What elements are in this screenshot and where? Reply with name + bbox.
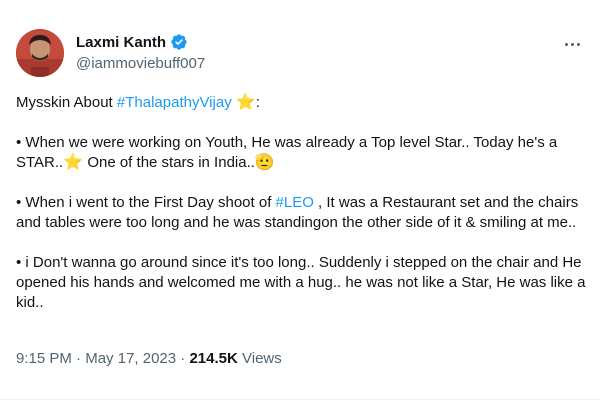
tweet-card: Laxmi Kanth @iammoviebuff007 Mysskin Abo… xyxy=(0,0,600,400)
meta-separator: · xyxy=(71,350,86,367)
star-emoji-icon: ⭐ xyxy=(63,154,84,171)
tweet-intro: Mysskin About #ThalapathyVijay ⭐: xyxy=(16,93,586,113)
views-label: Views xyxy=(237,350,282,367)
tweet-paragraph-2: • When i went to the First Day shoot of … xyxy=(16,193,586,233)
intro-colon: : xyxy=(255,94,260,111)
author-name-row[interactable]: Laxmi Kanth xyxy=(76,33,188,51)
tweet-paragraph-1: • When we were working on Youth, He was … xyxy=(16,133,586,173)
tweet-meta: 9:15 PM · May 17, 2023 · 214.5K Views xyxy=(16,350,282,367)
more-options-icon[interactable] xyxy=(562,34,582,54)
author-display-name[interactable]: Laxmi Kanth xyxy=(76,34,166,51)
intro-text: Mysskin About xyxy=(16,94,117,111)
tweet-paragraph-3: • i Don't wanna go around since it's too… xyxy=(16,253,586,313)
paragraph-2-text: • When i went to the First Day shoot of xyxy=(16,194,276,211)
views-count: 214.5K xyxy=(189,350,238,367)
hashtag-thalapathyvijay[interactable]: #ThalapathyVijay xyxy=(117,94,232,111)
star-emoji-icon: ⭐ xyxy=(235,94,256,111)
paragraph-3-text: • i Don't wanna go around since it's too… xyxy=(16,254,586,311)
hashtag-leo[interactable]: #LEO xyxy=(276,194,314,211)
tweet-text: Mysskin About #ThalapathyVijay ⭐: • When… xyxy=(16,93,586,333)
avatar[interactable] xyxy=(16,29,64,77)
paragraph-1-text-2: One of the stars in India.. xyxy=(83,154,255,171)
verified-badge-icon xyxy=(171,34,187,50)
saluting-face-emoji-icon: 🫡 xyxy=(254,154,275,171)
meta-separator: · xyxy=(176,350,190,367)
tweet-date[interactable]: May 17, 2023 xyxy=(85,350,176,367)
tweet-time[interactable]: 9:15 PM xyxy=(16,350,72,367)
author-handle[interactable]: @iammoviebuff007 xyxy=(76,55,205,72)
